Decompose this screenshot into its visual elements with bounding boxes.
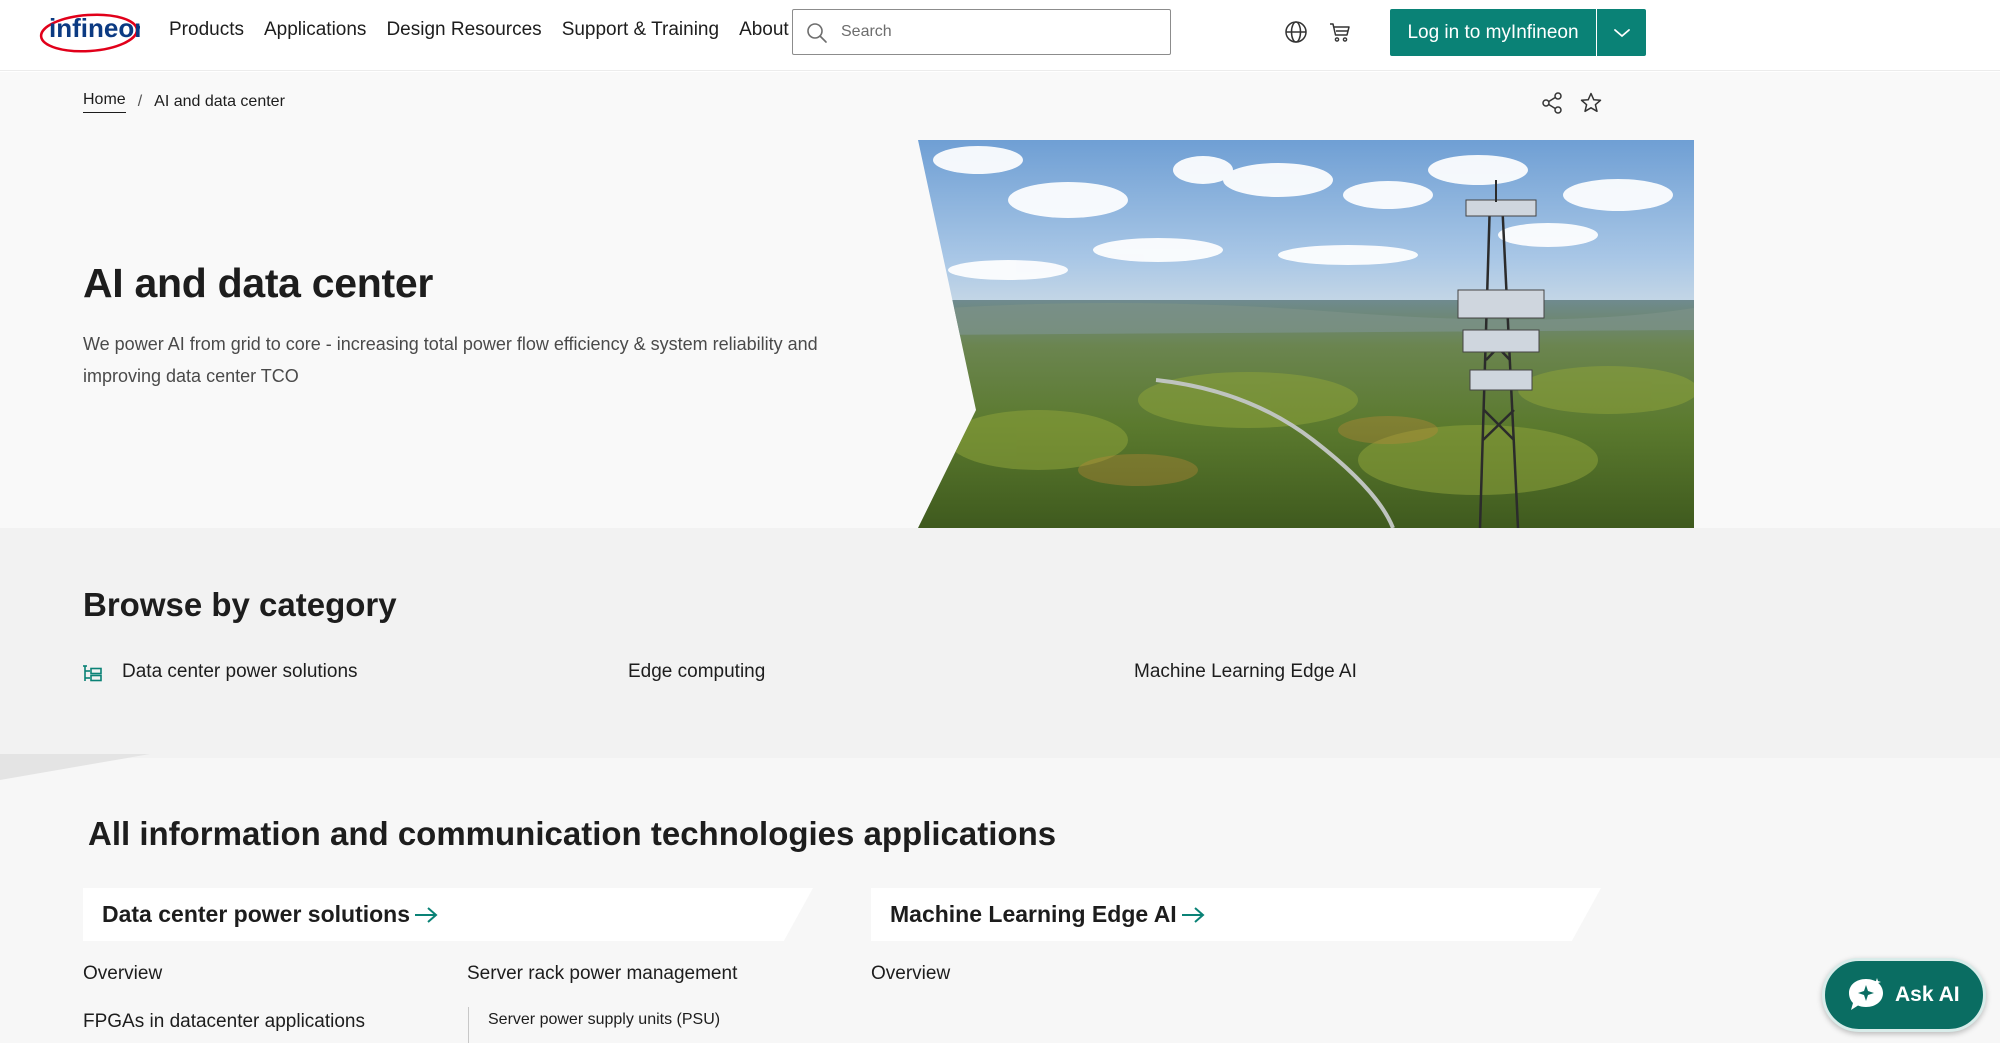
page-title: AI and data center (83, 260, 434, 306)
nav-applications[interactable]: Applications (264, 18, 366, 42)
app-card-label: Machine Learning Edge AI (890, 901, 1177, 927)
login-dropdown-button[interactable] (1597, 9, 1646, 56)
nav-support-training[interactable]: Support & Training (562, 18, 719, 42)
submenu-divider (468, 1007, 469, 1043)
ask-ai-button[interactable]: Ask AI (1822, 958, 1986, 1032)
chat-sparkle-icon (1849, 978, 1883, 1010)
browse-title: Browse by category (83, 586, 397, 623)
nav-products[interactable]: Products (169, 18, 244, 42)
hero-image-landscape-tower (918, 140, 1694, 528)
app-card-ml-edge-ai[interactable]: Machine Learning Edge AI (871, 888, 1601, 941)
search-input[interactable] (841, 20, 1141, 44)
breadcrumb-home-link[interactable]: Home (83, 91, 126, 113)
login-button[interactable]: Log in to myInfineon (1390, 9, 1596, 56)
search-box (792, 9, 1171, 55)
category-edge-computing[interactable]: Edge computing (628, 661, 765, 683)
link-overview-ml[interactable]: Overview (871, 963, 950, 985)
link-fpgas-datacenter[interactable]: FPGAs in datacenter applications (83, 1011, 365, 1033)
app-card-label: Data center power solutions (102, 901, 411, 927)
main-nav: Products Applications Design Resources S… (169, 18, 809, 42)
cart-icon[interactable] (1327, 19, 1353, 45)
browse-section (0, 528, 2000, 758)
link-server-rack-power[interactable]: Server rack power management (467, 963, 737, 985)
tree-list-icon (83, 665, 102, 682)
page-subtitle: We power AI from grid to core - increasi… (83, 334, 818, 386)
link-overview[interactable]: Overview (83, 963, 162, 985)
nav-design-resources[interactable]: Design Resources (386, 18, 541, 42)
nav-about[interactable]: About (739, 18, 789, 42)
section-divider (0, 754, 150, 780)
breadcrumb-current: AI and data center (154, 93, 285, 110)
globe-icon[interactable] (1283, 19, 1309, 45)
site-header: infineon Products Applications Design Re… (0, 0, 2000, 71)
applications-title: All information and communication techno… (88, 815, 1057, 852)
breadcrumb: Home / AI and data center (83, 91, 285, 113)
chevron-down-icon (1613, 28, 1630, 37)
arrow-right-icon (1181, 906, 1205, 923)
star-icon[interactable] (1579, 91, 1603, 115)
link-server-psu[interactable]: Server power supply units (PSU) (488, 1011, 720, 1029)
breadcrumb-separator: / (137, 93, 143, 110)
search-icon (807, 23, 827, 43)
share-icon[interactable] (1540, 91, 1564, 115)
ask-ai-label: Ask AI (1895, 983, 1960, 1006)
arrow-right-icon (415, 906, 438, 923)
infineon-logo[interactable]: infineon (39, 8, 140, 54)
app-card-data-center-power[interactable]: Data center power solutions (83, 888, 813, 941)
category-data-center-power[interactable]: Data center power solutions (122, 661, 358, 683)
category-ml-edge-ai[interactable]: Machine Learning Edge AI (1134, 661, 1357, 683)
logo-text: infineon (49, 13, 140, 43)
